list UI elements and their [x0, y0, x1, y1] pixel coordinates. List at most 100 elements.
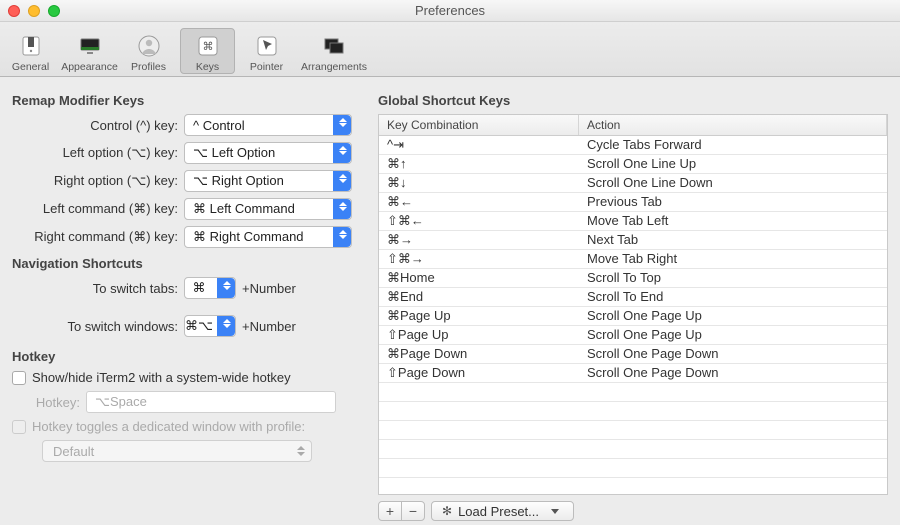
- hotkey-field-label: Hotkey:: [32, 395, 80, 410]
- cell-combo: ⌘Home: [379, 269, 579, 287]
- select-value: ⌘ Left Command: [193, 201, 295, 217]
- hotkey-profile-select: Default: [42, 440, 312, 462]
- nav-tabs-label: To switch tabs:: [12, 281, 184, 296]
- remap-label: Right command (⌘) key:: [12, 229, 184, 245]
- table-row[interactable]: ⇧Page DownScroll One Page Down: [379, 364, 887, 383]
- table-row[interactable]: ..: [379, 402, 887, 421]
- cell-combo: ⇧Page Up: [379, 326, 579, 344]
- window-zoom-button[interactable]: [48, 5, 60, 17]
- shortcut-table: Key Combination Action ^⇥Cycle Tabs Forw…: [378, 114, 888, 495]
- col-action[interactable]: Action: [579, 115, 887, 135]
- switch-icon: [16, 33, 46, 59]
- hotkey-toggle-label: Hotkey toggles a dedicated window with p…: [32, 419, 305, 434]
- hotkey-showhide-label: Show/hide iTerm2 with a system-wide hotk…: [32, 370, 291, 385]
- add-shortcut-button[interactable]: +: [378, 501, 402, 521]
- select-value: ^ Control: [193, 118, 245, 133]
- monitor-icon: [75, 33, 105, 59]
- table-row[interactable]: ⌘↓Scroll One Line Down: [379, 174, 887, 193]
- cell-action: Cycle Tabs Forward: [579, 136, 887, 154]
- table-row[interactable]: ⇧⌘→Move Tab Right: [379, 250, 887, 269]
- select-value: ⌘⌥: [185, 318, 213, 334]
- cell-combo: ^⇥: [379, 136, 579, 154]
- cell-action: Scroll To Top: [579, 269, 887, 287]
- hotkey-field-value: ⌥Space: [95, 394, 147, 410]
- table-row[interactable]: ⌘→Next Tab: [379, 231, 887, 250]
- preset-label: Load Preset...: [458, 504, 539, 519]
- cell-combo: ⌘End: [379, 288, 579, 306]
- cell-combo: ⌘←: [379, 193, 579, 211]
- chevron-down-icon: [551, 509, 559, 514]
- preferences-toolbar: General Appearance Profiles ⌘ Keys Point…: [0, 22, 900, 77]
- remap-label: Left command (⌘) key:: [12, 201, 184, 217]
- pointer-icon: [252, 33, 282, 59]
- command-icon: ⌘: [193, 33, 223, 59]
- nav-tabs-select[interactable]: ⌘: [184, 277, 236, 299]
- remap-select-0[interactable]: ^ Control: [184, 114, 352, 136]
- select-value: ⌥ Left Option: [193, 145, 275, 161]
- tab-label: General: [12, 61, 49, 73]
- cell-combo: ⇧⌘←: [379, 212, 579, 230]
- table-row[interactable]: ⌘EndScroll To End: [379, 288, 887, 307]
- cell-combo: ⌘↑: [379, 155, 579, 173]
- hotkey-toggle-checkbox: [12, 420, 26, 434]
- tab-keys[interactable]: ⌘ Keys: [180, 28, 235, 74]
- cell-combo: ⌘→: [379, 231, 579, 249]
- remap-label: Control (^) key:: [12, 118, 184, 133]
- tab-general[interactable]: General: [3, 29, 58, 73]
- table-row[interactable]: ⇧⌘←Move Tab Left: [379, 212, 887, 231]
- remap-select-3[interactable]: ⌘ Left Command: [184, 198, 352, 220]
- cell-action: Move Tab Left: [579, 212, 887, 230]
- nav-windows-select[interactable]: ⌘⌥: [184, 315, 236, 337]
- table-row[interactable]: ..: [379, 383, 887, 402]
- cell-action: Scroll One Page Down: [579, 345, 887, 363]
- tab-pointer[interactable]: Pointer: [239, 29, 294, 73]
- tab-label: Pointer: [250, 61, 283, 73]
- table-row[interactable]: ..: [379, 440, 887, 459]
- select-value: ⌘ Right Command: [193, 229, 304, 245]
- remove-shortcut-button[interactable]: −: [401, 501, 425, 521]
- remap-label: Left option (⌥) key:: [12, 145, 184, 161]
- hotkey-showhide-checkbox[interactable]: [12, 371, 26, 385]
- table-row[interactable]: ^⇥Cycle Tabs Forward: [379, 136, 887, 155]
- cell-action: Previous Tab: [579, 193, 887, 211]
- table-row[interactable]: ..: [379, 421, 887, 440]
- person-icon: [134, 33, 164, 59]
- table-row[interactable]: ..: [379, 459, 887, 478]
- table-row[interactable]: ⌘←Previous Tab: [379, 193, 887, 212]
- window-title: Preferences: [0, 3, 900, 18]
- cell-combo: ⇧⌘→: [379, 250, 579, 268]
- table-row[interactable]: ⌘HomeScroll To Top: [379, 269, 887, 288]
- remap-header: Remap Modifier Keys: [12, 93, 360, 108]
- nav-windows-label: To switch windows:: [12, 319, 184, 334]
- table-row[interactable]: ⌘Page DownScroll One Page Down: [379, 345, 887, 364]
- global-header: Global Shortcut Keys: [378, 93, 888, 108]
- nav-tabs-suffix: +Number: [242, 281, 296, 296]
- remap-select-1[interactable]: ⌥ Left Option: [184, 142, 352, 164]
- tab-arrangements[interactable]: Arrangements: [298, 29, 370, 73]
- table-row[interactable]: ⌘↑Scroll One Line Up: [379, 155, 887, 174]
- cell-combo: ⌘Page Down: [379, 345, 579, 363]
- table-row[interactable]: ⌘Page UpScroll One Page Up: [379, 307, 887, 326]
- tab-appearance[interactable]: Appearance: [62, 29, 117, 73]
- hotkey-header: Hotkey: [12, 349, 360, 364]
- remap-label: Right option (⌥) key:: [12, 173, 184, 189]
- select-value: ⌘: [193, 280, 206, 296]
- table-row[interactable]: ⇧Page UpScroll One Page Up: [379, 326, 887, 345]
- select-value: ⌥ Right Option: [193, 173, 284, 189]
- hotkey-field[interactable]: ⌥Space: [86, 391, 336, 413]
- col-key-combination[interactable]: Key Combination: [379, 115, 579, 135]
- cell-action: Scroll One Line Down: [579, 174, 887, 192]
- load-preset-button[interactable]: ✻ Load Preset...: [431, 501, 574, 521]
- cell-action: Next Tab: [579, 231, 887, 249]
- cell-combo: ⌘↓: [379, 174, 579, 192]
- window-close-button[interactable]: [8, 5, 20, 17]
- remap-select-2[interactable]: ⌥ Right Option: [184, 170, 352, 192]
- window-minimize-button[interactable]: [28, 5, 40, 17]
- remap-select-4[interactable]: ⌘ Right Command: [184, 226, 352, 248]
- tab-label: Arrangements: [301, 61, 367, 73]
- nav-windows-suffix: +Number: [242, 319, 296, 334]
- gear-icon: ✻: [442, 504, 452, 518]
- cell-combo: ⇧Page Down: [379, 364, 579, 382]
- tab-label: Keys: [196, 61, 219, 73]
- tab-profiles[interactable]: Profiles: [121, 29, 176, 73]
